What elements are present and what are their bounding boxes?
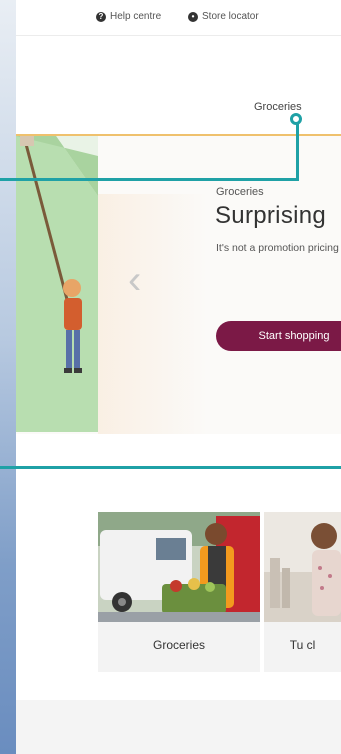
- help-centre-label: Help centre: [110, 11, 162, 22]
- browser-frame-edge: [0, 0, 16, 754]
- location-pin-icon: •: [188, 11, 198, 22]
- help-centre-link[interactable]: ? Help centre: [96, 11, 161, 22]
- annotation-marker: [290, 113, 302, 125]
- annotation-line: [0, 178, 298, 181]
- carousel-prev-icon[interactable]: ‹: [128, 260, 141, 300]
- hero-background-fade: [98, 194, 208, 434]
- hero-eyebrow: Groceries: [216, 186, 264, 198]
- category-tile-clothing[interactable]: Tu cl: [264, 512, 341, 672]
- delivery-driver-photo: [98, 512, 260, 622]
- fashion-photo: [264, 512, 341, 622]
- annotation-line: [296, 124, 299, 181]
- hero-subtext: It's not a promotion pricing: [216, 242, 339, 254]
- category-tiles: Groceries Tu cl: [98, 512, 341, 672]
- tile-label: Groceries: [152, 638, 205, 652]
- store-locator-label: Store locator: [202, 11, 259, 22]
- utility-bar: ? Help centre • Store locator: [16, 0, 341, 36]
- help-icon: ?: [96, 11, 106, 22]
- store-locator-link[interactable]: • Store locator: [188, 11, 259, 22]
- start-shopping-button[interactable]: Start shopping: [216, 321, 341, 351]
- annotation-line: [0, 466, 341, 469]
- hero-headline: Surprising: [215, 202, 327, 229]
- category-tile-groceries[interactable]: Groceries: [98, 512, 260, 672]
- nav-item-groceries[interactable]: Groceries: [254, 101, 302, 113]
- footer-band: [16, 700, 341, 754]
- tile-label: Tu cl: [289, 638, 316, 652]
